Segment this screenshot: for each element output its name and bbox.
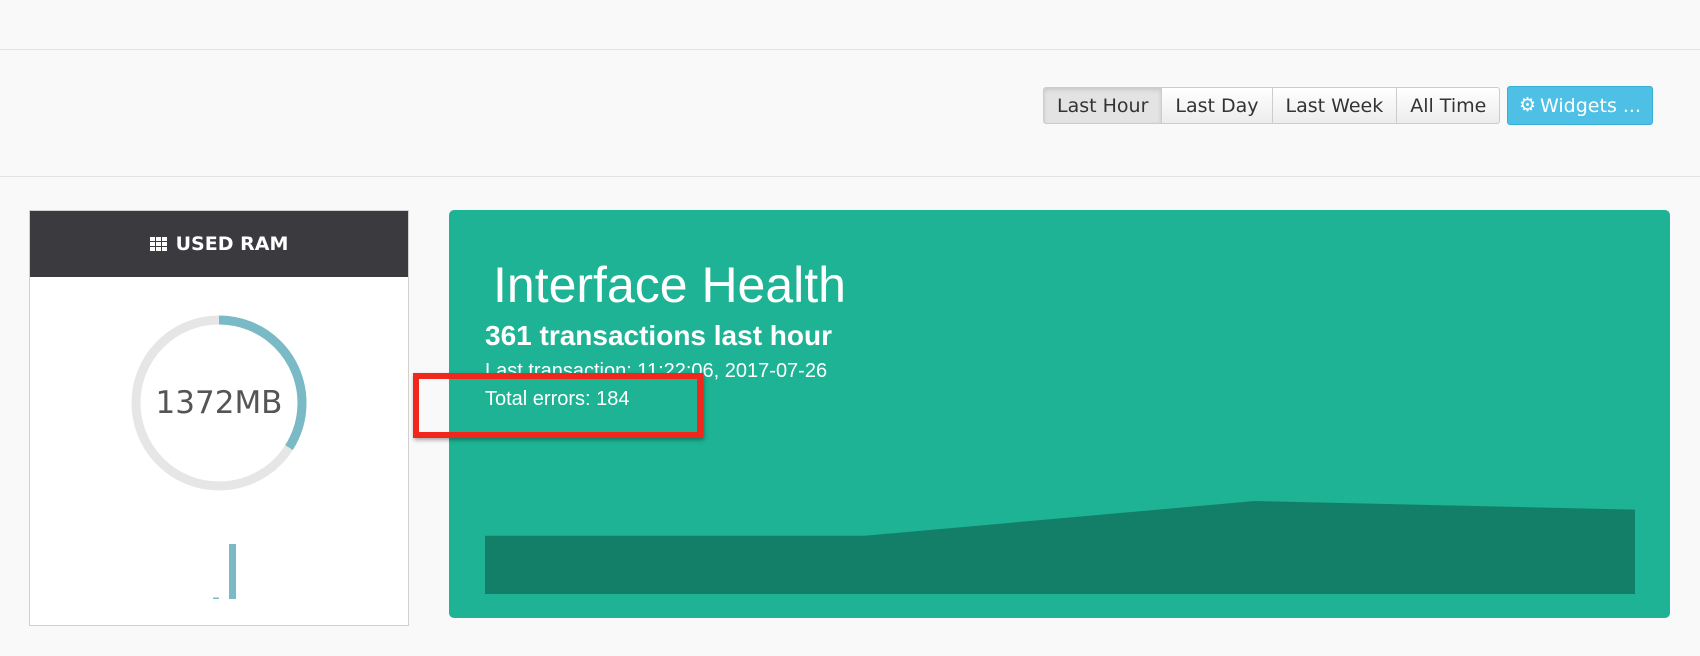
range-last-hour-button[interactable]: Last Hour <box>1043 87 1163 124</box>
health-title: Interface Health <box>493 257 846 313</box>
used-ram-title: USED RAM <box>175 233 289 255</box>
transactions-count: 361 transactions last hour <box>485 320 833 351</box>
range-all-time-button[interactable]: All Time <box>1397 87 1501 124</box>
range-last-day-button[interactable]: Last Day <box>1162 87 1273 124</box>
annotation-highlight-box <box>413 373 703 438</box>
range-last-week-button[interactable]: Last Week <box>1272 87 1398 124</box>
transactions-area <box>485 501 1635 594</box>
ram-value: 1372MB <box>155 385 283 421</box>
used-ram-header: USED RAM <box>30 211 408 277</box>
widgets-button[interactable]: ⚙ Widgets ... <box>1507 86 1653 125</box>
ram-history-bars <box>213 544 236 599</box>
widgets-button-label: Widgets ... <box>1540 94 1641 117</box>
grid-icon <box>149 237 167 251</box>
time-range-selector: Last Hour Last Day Last Week All Time <box>1043 87 1501 124</box>
ram-history-bar <box>213 597 219 599</box>
transactions-sparkline <box>485 501 1635 594</box>
top-bar <box>0 0 1700 50</box>
used-ram-widget: USED RAM 1372MB <box>29 210 409 626</box>
ram-history-bar <box>229 544 236 599</box>
gear-icon: ⚙ <box>1518 94 1537 116</box>
